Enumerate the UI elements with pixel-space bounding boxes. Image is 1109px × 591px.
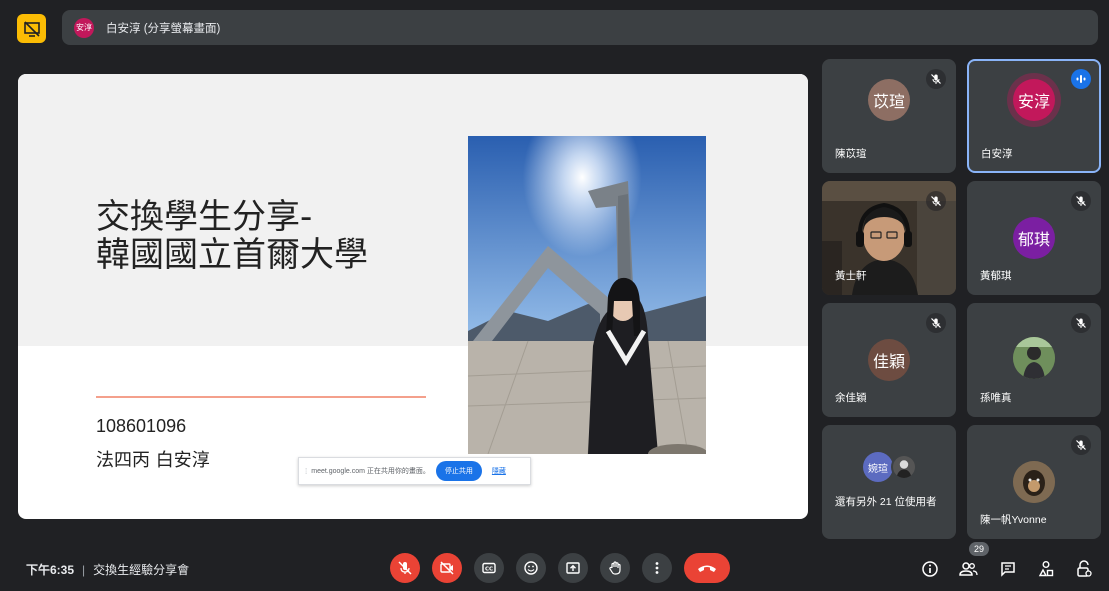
avatar: 佳穎 <box>868 339 910 381</box>
chat-icon <box>999 560 1017 578</box>
svg-text:CC: CC <box>485 567 493 573</box>
presenter-avatar: 安淳 <box>74 17 94 38</box>
meeting-title: 交換生經驗分享會 <box>93 563 190 577</box>
avatar: 安淳 <box>1013 79 1055 121</box>
participant-tile-active-speaker[interactable]: 安淳 白安淳 <box>967 59 1101 173</box>
host-controls-icon <box>1075 560 1093 578</box>
emoji-icon <box>523 560 539 576</box>
activities-button[interactable] <box>1034 557 1058 581</box>
participant-tile[interactable]: 苡瑄 陳苡瑄 <box>822 59 956 173</box>
mic-off-icon <box>1071 313 1091 333</box>
participant-count-badge: 29 <box>969 542 989 556</box>
participant-tile[interactable]: 陳一帆Yvonne <box>967 425 1101 539</box>
people-button[interactable] <box>956 557 980 581</box>
meeting-details-button[interactable] <box>918 557 942 581</box>
avatar-photo <box>891 454 917 480</box>
speaking-indicator-icon <box>1071 69 1091 89</box>
slide-title: 交換學生分享- 韓國國立首爾大學 <box>96 197 368 275</box>
avatar: 郁琪 <box>1013 217 1055 259</box>
drag-handle-icon[interactable]: ⁞ <box>305 467 307 476</box>
avatar: 苡瑄 <box>868 79 910 121</box>
captions-button[interactable]: CC <box>474 553 504 583</box>
slide-photo <box>468 136 706 454</box>
raise-hand-icon <box>607 560 623 576</box>
toggle-mic-button[interactable] <box>390 553 420 583</box>
camera-off-icon <box>439 560 455 576</box>
participant-tile-video[interactable]: 黃士軒 <box>822 181 956 295</box>
present-icon <box>565 560 581 576</box>
mic-off-icon <box>1071 191 1091 211</box>
avatar: 婉瑄 <box>863 452 893 482</box>
mic-off-icon <box>926 69 946 89</box>
more-participants-label: 還有另外 21 位使用者 <box>835 496 937 508</box>
activities-icon <box>1037 560 1055 578</box>
shared-screen: 交換學生分享- 韓國國立首爾大學 108601096 法四丙 白安淳 ⁞ mee… <box>18 74 808 519</box>
present-now-button[interactable] <box>558 553 588 583</box>
presenter-label: 白安淳 (分享螢幕畫面) <box>106 22 221 35</box>
host-controls-button[interactable] <box>1072 557 1096 581</box>
leave-call-button[interactable] <box>684 553 730 583</box>
people-icon <box>958 560 978 578</box>
presenting-icon[interactable] <box>17 14 46 43</box>
participant-name: 余佳穎 <box>835 392 867 404</box>
participant-name: 孫唯真 <box>980 392 1012 404</box>
participant-name: 黃郁琪 <box>980 270 1012 282</box>
mic-off-icon <box>926 191 946 211</box>
participant-name: 陳一帆Yvonne <box>980 514 1047 526</box>
screen-share-notification: ⁞ meet.google.com 正在共用你的畫面。 停止共用 隱藏 <box>298 457 531 485</box>
participant-tile[interactable]: 孫唯真 <box>967 303 1101 417</box>
separator: | <box>82 563 86 577</box>
hide-notification-link[interactable]: 隱藏 <box>492 466 506 476</box>
more-options-icon <box>649 560 665 576</box>
participant-tile[interactable]: 郁琪 黃郁琪 <box>967 181 1101 295</box>
participant-name: 白安淳 <box>981 148 1013 160</box>
clock-time: 下午6:35 <box>26 563 75 577</box>
slide-divider <box>96 396 426 398</box>
info-icon <box>921 560 939 578</box>
participant-name: 黃士軒 <box>835 270 867 282</box>
chat-button[interactable] <box>996 557 1020 581</box>
raise-hand-button[interactable] <box>600 553 630 583</box>
participant-tile[interactable]: 佳穎 余佳穎 <box>822 303 956 417</box>
mic-off-icon <box>397 560 413 576</box>
toggle-camera-button[interactable] <box>432 553 462 583</box>
presenter-banner: 安淳 白安淳 (分享螢幕畫面) <box>62 10 1098 45</box>
mic-off-icon <box>1071 435 1091 455</box>
stop-sharing-button[interactable]: 停止共用 <box>435 461 482 481</box>
participant-name: 陳苡瑄 <box>835 148 867 160</box>
slide-student-id: 108601096 <box>96 416 187 436</box>
meeting-info-text: 下午6:35 | 交換生經驗分享會 <box>26 561 189 578</box>
reactions-button[interactable] <box>516 553 546 583</box>
mic-off-icon <box>926 313 946 333</box>
more-options-button[interactable] <box>642 553 672 583</box>
leave-call-icon <box>696 562 718 574</box>
captions-icon: CC <box>481 560 497 576</box>
more-participants-tile[interactable]: 婉瑄 還有另外 21 位使用者 <box>822 425 956 539</box>
avatar-photo <box>1013 461 1055 503</box>
slide-student-name: 法四丙 白安淳 <box>96 450 210 471</box>
share-message: meet.google.com 正在共用你的畫面。 <box>311 468 430 475</box>
avatar-photo <box>1013 337 1055 379</box>
